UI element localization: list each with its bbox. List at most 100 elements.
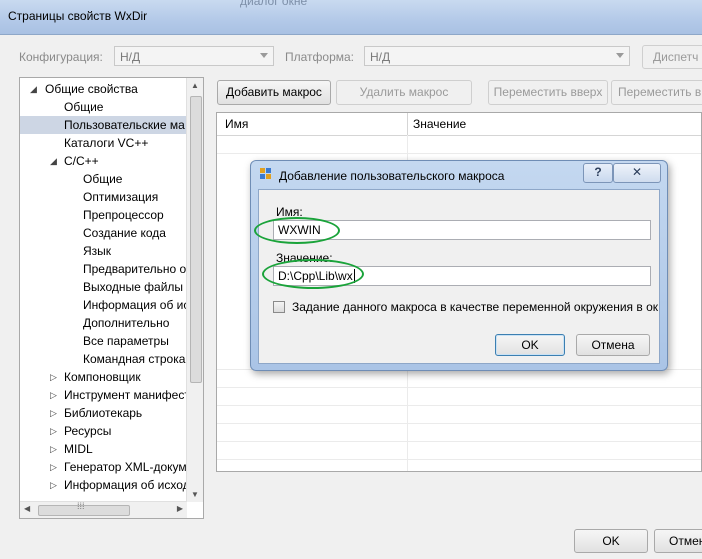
tree-item-label: Каталоги VC++ [64, 136, 149, 150]
tree-item[interactable]: ▷ Информация об исход [20, 476, 190, 494]
tree-item-label: Язык [83, 244, 112, 258]
tree-item[interactable]: ▷ Инструмент манифест [20, 386, 190, 404]
tree-item[interactable]: Дополнительно [20, 314, 188, 332]
tree-item[interactable]: ▷ Ресурсы [20, 422, 188, 440]
footer-ok-button[interactable]: OK [574, 529, 648, 553]
grid-row-line [217, 153, 701, 154]
tree-item[interactable]: Выходные файлы [20, 278, 188, 296]
footer-cancel-button[interactable]: Отмен [654, 529, 702, 553]
tree-item[interactable]: Оптимизация [20, 188, 188, 206]
grid-row-line [217, 423, 701, 424]
grid-row-line [217, 459, 701, 460]
collapse-arrow-icon[interactable]: ◢ [30, 80, 37, 98]
tree-item-label: Библиотекарь [64, 406, 143, 420]
tree-item-label: Оптимизация [83, 190, 159, 204]
tree-item[interactable]: Каталоги VC++ [20, 134, 188, 152]
grid-col-divider [407, 113, 408, 135]
tree-item-label: Выходные файлы [83, 280, 184, 294]
chevron-down-icon [260, 53, 268, 58]
expand-arrow-icon[interactable]: ▷ [50, 404, 57, 422]
tree-item[interactable]: Препроцессор [20, 206, 188, 224]
dialog-app-icon [260, 168, 272, 180]
tree-item-label: Командная строка [83, 352, 186, 366]
tree-item-label: Информация об ис [83, 298, 190, 312]
tree-item-label: Генератор XML-докум [64, 460, 187, 474]
scroll-right-icon[interactable]: ▶ [177, 504, 183, 513]
expand-arrow-icon[interactable]: ▷ [50, 368, 57, 386]
config-combo[interactable]: Н/Д [114, 46, 274, 66]
env-var-checkbox[interactable] [273, 301, 285, 313]
tree-item[interactable]: Командная строка [20, 350, 188, 368]
tree-item[interactable]: ▷ Генератор XML-докум [20, 458, 188, 476]
tree-item[interactable]: Предварительно от [20, 260, 192, 278]
tree-item[interactable]: Создание кода [20, 224, 188, 242]
tree-horizontal-scrollbar[interactable]: ◀ ⁞⁞⁞ ▶ [20, 501, 187, 518]
tree-item[interactable]: Пользовательские ма [20, 116, 188, 134]
tree-hscroll-thumb[interactable]: ⁞⁞⁞ [38, 501, 130, 516]
tree-item[interactable]: ▷ Библиотекарь [20, 404, 188, 422]
value-highlight-ellipse [262, 259, 364, 289]
scroll-up-icon[interactable]: ▲ [191, 81, 199, 90]
dialog-cancel-button[interactable]: Отмена [576, 334, 650, 356]
grip-icon: ⁞⁞⁞ [77, 501, 85, 511]
expand-arrow-icon[interactable]: ▷ [50, 476, 57, 494]
collapse-arrow-icon[interactable]: ◢ [50, 152, 57, 170]
tree-item-label: Информация об исход [64, 478, 190, 492]
tree-item-label: Общие [83, 172, 123, 186]
expand-arrow-icon[interactable]: ▷ [50, 440, 57, 458]
expand-arrow-icon[interactable]: ▷ [50, 422, 57, 440]
tree-item-label: MIDL [64, 442, 93, 456]
delete-macro-button[interactable]: Удалить макрос [336, 80, 472, 105]
chevron-down-icon [616, 53, 624, 58]
tree-item[interactable]: ◢ C/C++ [20, 152, 188, 170]
tree-item[interactable]: Язык [20, 242, 188, 260]
tree-item[interactable]: Общие [20, 98, 188, 116]
expand-arrow-icon[interactable]: ▷ [50, 386, 57, 404]
tree-item[interactable]: Общие [20, 170, 188, 188]
dialog-close-button[interactable]: ✕ [613, 163, 661, 183]
config-label: Конфигурация: [19, 50, 103, 64]
tree-item-label: Пользовательские ма [64, 118, 185, 132]
tree-item[interactable]: ▷ MIDL [20, 440, 188, 458]
tree-item[interactable]: Информация об ис [20, 296, 190, 314]
dialog-title: Добавление пользовательского макроса [279, 169, 505, 183]
grid-row-line [217, 387, 701, 388]
grid-col-name[interactable]: Имя [225, 117, 248, 131]
tree-item-label: Инструмент манифест [64, 388, 190, 402]
move-down-button[interactable]: Переместить вн [611, 80, 702, 105]
close-icon: ✕ [631, 165, 643, 179]
tree-vertical-scrollbar[interactable]: ▲ ▼ [186, 78, 203, 502]
name-highlight-ellipse [254, 217, 340, 244]
tree-item[interactable]: ◢ Общие свойства [20, 80, 188, 98]
tree-item[interactable]: Все параметры [20, 332, 188, 350]
platform-label: Платформа: [285, 50, 355, 64]
scroll-left-icon[interactable]: ◀ [24, 504, 30, 513]
dialog-help-button[interactable]: ? [583, 163, 613, 183]
tree-item-label: C/C++ [64, 154, 99, 168]
background-window-text: диалог окне [240, 0, 308, 8]
move-up-button[interactable]: Переместить вверх [488, 80, 608, 105]
window-title: Страницы свойств WxDir [8, 9, 148, 23]
platform-combo[interactable]: Н/Д [364, 46, 630, 66]
config-manager-button[interactable]: Диспетч [642, 45, 702, 69]
dialog-ok-button[interactable]: OK [495, 334, 565, 356]
env-var-checkbox-label[interactable]: Задание данного макроса в качестве перем… [292, 300, 658, 314]
add-macro-button[interactable]: Добавить макрос [217, 80, 331, 105]
property-tree[interactable]: ◢ Общие свойства Общие Пользовательские ма К… [19, 77, 204, 519]
grid-row-line [217, 441, 701, 442]
tree-item-label: Общие [64, 100, 104, 114]
tree-item-label: Дополнительно [83, 316, 170, 330]
scroll-down-icon[interactable]: ▼ [191, 490, 199, 499]
grid-header: Имя Значение [217, 113, 701, 136]
tree-item-label: Предварительно от [83, 262, 192, 276]
tree-item-label: Препроцессор [83, 208, 164, 222]
grid-col-value[interactable]: Значение [413, 117, 466, 131]
platform-value: Н/Д [370, 50, 391, 64]
tree-item[interactable]: ▷ Компоновщик [20, 368, 188, 386]
expand-arrow-icon[interactable]: ▷ [50, 458, 57, 476]
help-icon: ? [594, 165, 602, 179]
tree-scroll-thumb[interactable] [190, 96, 202, 383]
window-titlebar: диалог окне Страницы свойств WxDir [0, 0, 702, 35]
tree-item-label: Все параметры [83, 334, 169, 348]
tree-item-label: Ресурсы [64, 424, 112, 438]
